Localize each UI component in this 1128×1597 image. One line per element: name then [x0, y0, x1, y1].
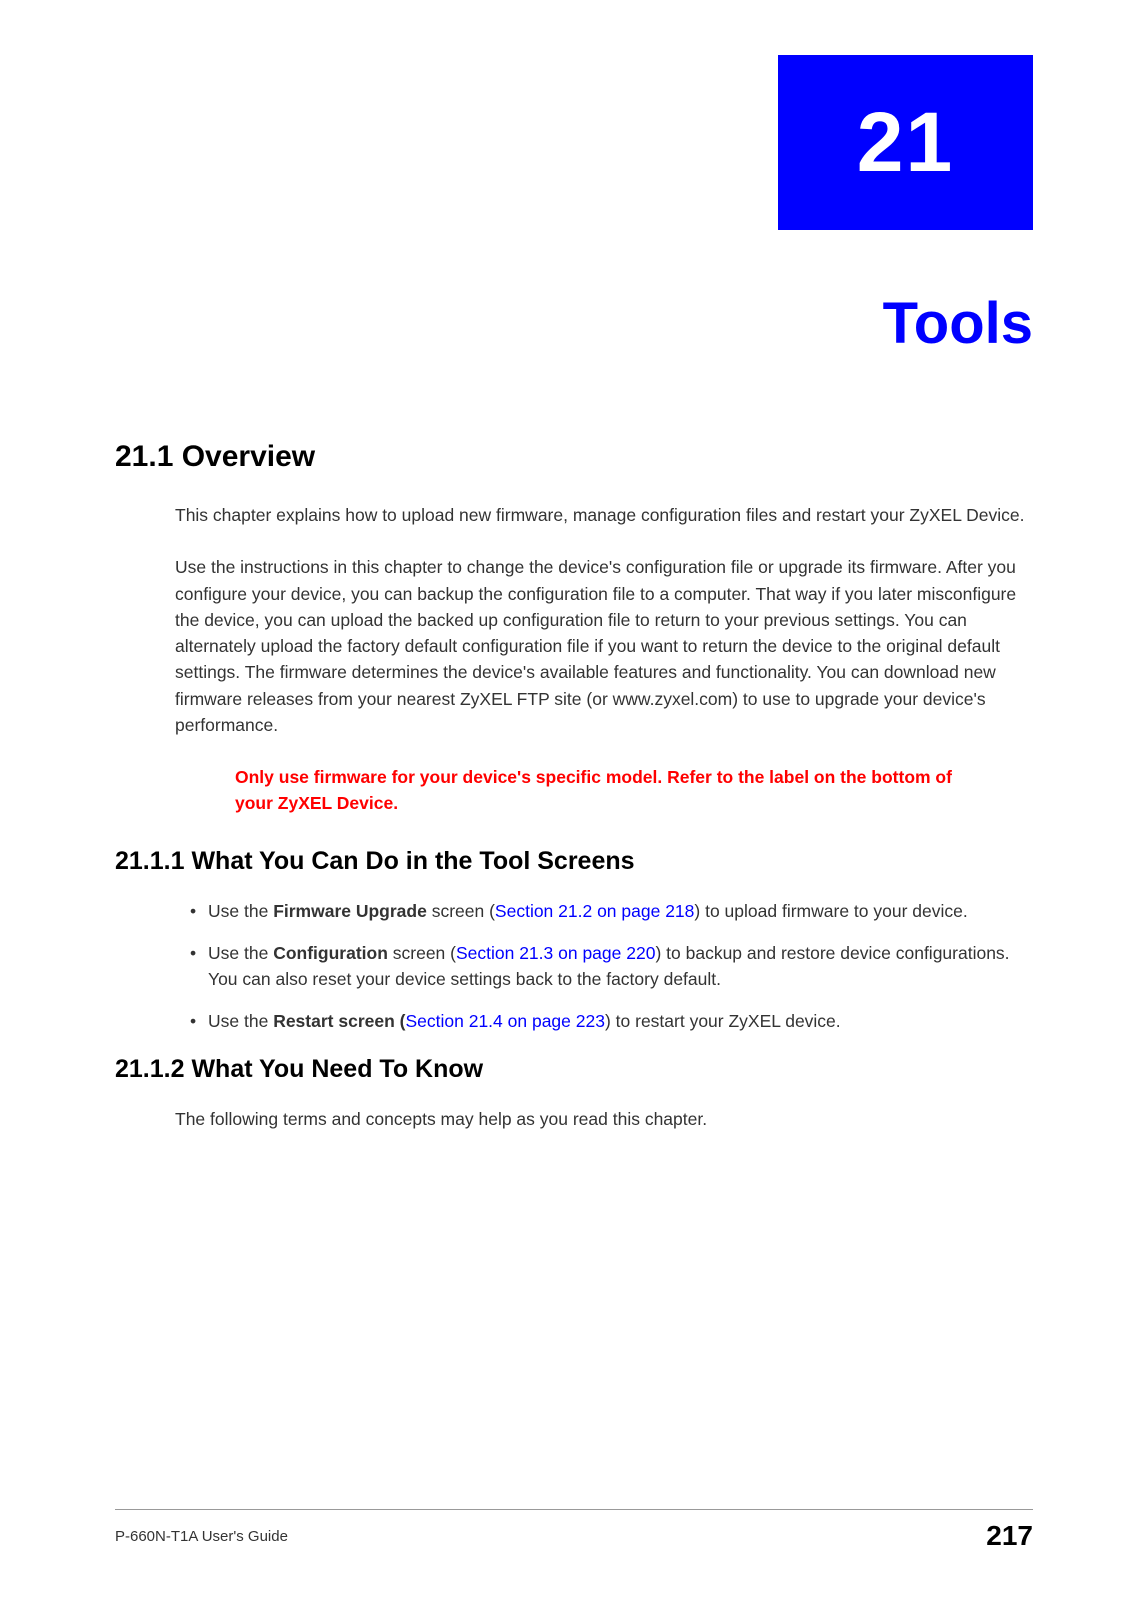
- b3-pre: Use the: [208, 1011, 273, 1031]
- b1-mid: screen (: [427, 901, 495, 921]
- bullet-list-cando: Use the Firmware Upgrade screen (Section…: [190, 898, 1028, 1035]
- b1-pre: Use the: [208, 901, 273, 921]
- chapter-number-box: 21: [778, 55, 1033, 230]
- b1-post: ) to upload firmware to your device.: [694, 901, 967, 921]
- subsection-heading-needtoknow: 21.1.2 What You Need To Know: [115, 1055, 1028, 1084]
- b1-bold: Firmware Upgrade: [273, 901, 427, 921]
- b1-link[interactable]: Section 21.2 on page 218: [495, 901, 694, 921]
- b3-mid: screen (: [334, 1011, 406, 1031]
- section-heading-overview: 21.1 Overview: [115, 440, 1028, 474]
- warning-text: Only use firmware for your device's spec…: [235, 764, 988, 817]
- b3-bold: Restart: [273, 1011, 333, 1031]
- b2-link[interactable]: Section 21.3 on page 220: [456, 943, 655, 963]
- b2-pre: Use the: [208, 943, 273, 963]
- document-page: 21 Tools 21.1 Overview This chapter expl…: [0, 0, 1128, 1597]
- b2-mid: screen (: [388, 943, 456, 963]
- needtoknow-para: The following terms and concepts may hel…: [175, 1106, 1028, 1132]
- bullet-item-restart: Use the Restart screen (Section 21.4 on …: [190, 1008, 1028, 1034]
- b3-post: ) to restart your ZyXEL device.: [605, 1011, 841, 1031]
- chapter-number: 21: [857, 94, 954, 191]
- overview-para-2: Use the instructions in this chapter to …: [175, 554, 1028, 738]
- footer-guide-name: P-660N-T1A User's Guide: [115, 1528, 288, 1545]
- content-area: 21.1 Overview This chapter explains how …: [115, 440, 1028, 1158]
- b3-link[interactable]: Section 21.4 on page 223: [405, 1011, 604, 1031]
- chapter-title: Tools: [883, 290, 1033, 357]
- page-footer: P-660N-T1A User's Guide 217: [115, 1509, 1033, 1552]
- overview-para-1: This chapter explains how to upload new …: [175, 502, 1028, 528]
- bullet-item-configuration: Use the Configuration screen (Section 21…: [190, 940, 1028, 993]
- footer-page-number: 217: [986, 1520, 1033, 1552]
- bullet-item-firmware: Use the Firmware Upgrade screen (Section…: [190, 898, 1028, 924]
- subsection-heading-cando: 21.1.1 What You Can Do in the Tool Scree…: [115, 847, 1028, 876]
- b2-bold: Configuration: [273, 943, 388, 963]
